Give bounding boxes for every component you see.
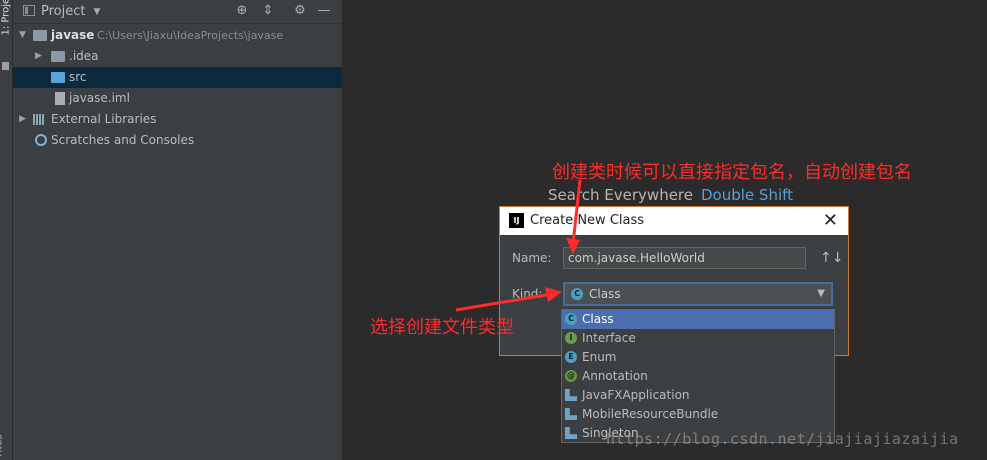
annotation-package-hint: 创建类时候可以直接指定包名，自动创建包名 [552, 162, 912, 183]
watermark: https://blog.csdn.net/jiajiajiazaijia [606, 430, 959, 448]
annotation-kind-hint: 选择创建文件类型 [370, 317, 514, 338]
annotation-arrows [455, 179, 582, 312]
arrowhead [545, 287, 562, 302]
arrowhead [566, 238, 580, 254]
annotation-arrow-kind [455, 292, 553, 312]
annotation-arrow-name [571, 179, 582, 245]
